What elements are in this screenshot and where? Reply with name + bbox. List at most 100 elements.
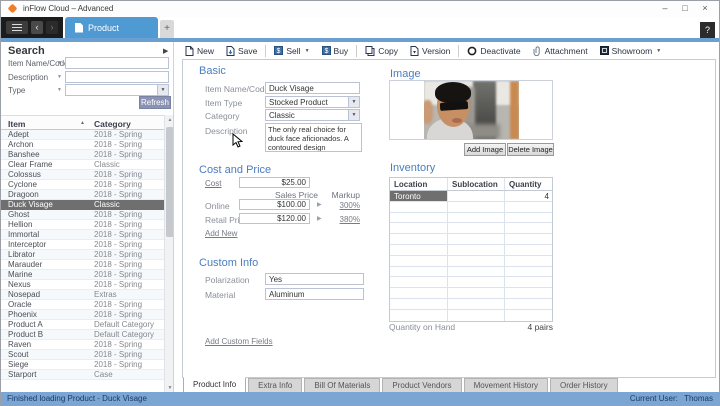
add-image-button[interactable]: Add Image: [464, 143, 506, 156]
inventory-empty-row[interactable]: [390, 234, 552, 245]
material-input[interactable]: [265, 288, 364, 300]
save-button[interactable]: Save: [220, 43, 263, 58]
list-item[interactable]: Siege 2018 - Spring: [1, 360, 164, 370]
back-button[interactable]: ‹: [31, 21, 43, 34]
column-header-category[interactable]: Category: [94, 119, 131, 129]
inventory-empty-row[interactable]: [390, 201, 552, 213]
cost-input[interactable]: [239, 177, 310, 188]
list-item[interactable]: Dragoon 2018 - Spring: [1, 190, 164, 200]
apply-markup-icon[interactable]: ▶: [317, 201, 322, 208]
minimize-button[interactable]: –: [655, 1, 675, 17]
inventory-empty-row[interactable]: [390, 266, 552, 278]
add-custom-fields-link[interactable]: Add Custom Fields: [205, 337, 273, 346]
list-item[interactable]: Adept 2018 - Spring: [1, 130, 164, 140]
item-name-cell: Oracle: [8, 300, 32, 309]
tab-product-vendors[interactable]: Product Vendors: [382, 378, 462, 393]
list-item[interactable]: Ghost 2018 - Spring: [1, 210, 164, 220]
item-name-code-input[interactable]: [65, 57, 169, 69]
filter-arrow-icon[interactable]: ▼: [57, 87, 62, 93]
polarization-input[interactable]: [265, 273, 364, 285]
list-item[interactable]: Archon 2018 - Spring: [1, 140, 164, 150]
filter-arrow-icon[interactable]: ▼: [57, 74, 62, 80]
list-item[interactable]: Cyclone 2018 - Spring: [1, 180, 164, 190]
cost-link[interactable]: Cost: [205, 179, 221, 188]
buy-button[interactable]: $ Buy: [316, 43, 355, 58]
online-price-input[interactable]: [239, 199, 310, 210]
filter-arrow-icon[interactable]: ▼: [57, 60, 62, 66]
list-item[interactable]: Raven 2018 - Spring: [1, 340, 164, 350]
sell-button[interactable]: $ Sell ▼: [268, 43, 315, 58]
help-button[interactable]: ?: [700, 22, 715, 38]
list-item[interactable]: Product A Default Category: [1, 320, 164, 330]
tab-order-history[interactable]: Order History: [550, 378, 618, 393]
list-item[interactable]: Banshee 2018 - Spring: [1, 150, 164, 160]
inventory-quantity-cell[interactable]: 4: [505, 191, 552, 201]
list-item[interactable]: Oracle 2018 - Spring: [1, 300, 164, 310]
inventory-empty-row[interactable]: [390, 223, 552, 235]
inventory-empty-row[interactable]: [390, 212, 552, 224]
maximize-button[interactable]: □: [675, 1, 695, 17]
tab-extra-info[interactable]: Extra Info: [248, 378, 303, 393]
column-header-item[interactable]: Item: [8, 119, 25, 129]
list-item[interactable]: Librator 2018 - Spring: [1, 250, 164, 260]
markup-header: Markup: [331, 190, 360, 200]
type-select[interactable]: ▼: [65, 84, 169, 96]
tab-movement-history[interactable]: Movement History: [463, 378, 549, 393]
panel-collapse-icon[interactable]: ▶: [163, 47, 168, 55]
attachment-button[interactable]: Attachment: [527, 43, 594, 58]
list-item[interactable]: Immortal 2018 - Spring: [1, 230, 164, 240]
list-item[interactable]: Interceptor 2018 - Spring: [1, 240, 164, 250]
list-item[interactable]: Marauder 2018 - Spring: [1, 260, 164, 270]
new-tab-button[interactable]: +: [160, 20, 174, 38]
section-title-cost-price: Cost and Price: [199, 164, 272, 176]
list-item[interactable]: Colossus 2018 - Spring: [1, 170, 164, 180]
retail-price-markup-link[interactable]: 380%: [323, 215, 360, 224]
inventory-empty-row[interactable]: [390, 288, 552, 299]
list-item[interactable]: Nosepad Extras: [1, 290, 164, 300]
forward-button[interactable]: ›: [46, 21, 58, 34]
close-button[interactable]: ×: [695, 1, 715, 17]
inventory-sublocation-cell[interactable]: [448, 191, 505, 201]
inventory-empty-row[interactable]: [390, 255, 552, 267]
menu-button[interactable]: [6, 21, 28, 34]
list-item[interactable]: Starport Case: [1, 370, 164, 380]
retail-price-price-input[interactable]: [239, 213, 310, 224]
new-button[interactable]: New: [179, 43, 220, 58]
inventory-empty-row[interactable]: [390, 277, 552, 289]
list-item[interactable]: Nexus 2018 - Spring: [1, 280, 164, 290]
apply-markup-icon[interactable]: ▶: [317, 215, 322, 222]
list-item[interactable]: Product B Default Category: [1, 330, 164, 340]
description-input[interactable]: [65, 70, 169, 83]
list-item[interactable]: Phoenix 2018 - Spring: [1, 310, 164, 320]
inventory-location-cell[interactable]: Toronto: [390, 191, 448, 201]
tab-product[interactable]: Product: [65, 17, 158, 38]
delete-image-button[interactable]: Delete Image: [507, 143, 554, 156]
version-button[interactable]: Version: [404, 43, 456, 58]
list-item-selected[interactable]: Duck Visage Classic: [1, 200, 164, 210]
item-type-select[interactable]: Stocked Product ▼: [265, 96, 360, 108]
refresh-button[interactable]: Refresh: [139, 96, 171, 109]
list-item[interactable]: Marine 2018 - Spring: [1, 270, 164, 280]
list-item[interactable]: Scout 2018 - Spring: [1, 350, 164, 360]
dropdown-arrow-icon: ▼: [656, 47, 662, 54]
list-item[interactable]: Hellion 2018 - Spring: [1, 220, 164, 230]
list-item[interactable]: Clear Frame Classic: [1, 160, 164, 170]
inventory-empty-row[interactable]: [390, 309, 552, 321]
type-label: Type: [8, 86, 26, 95]
add-new-link[interactable]: Add New: [205, 229, 237, 238]
inventory-row[interactable]: Toronto 4: [390, 191, 552, 202]
dropdown-arrow-icon: ▼: [348, 110, 359, 120]
online-markup-link[interactable]: 300%: [323, 201, 360, 210]
showroom-button[interactable]: Showroom ▼: [594, 43, 668, 58]
inventory-empty-row[interactable]: [390, 244, 552, 256]
copy-button[interactable]: Copy: [359, 43, 404, 58]
deactivate-button[interactable]: Deactivate: [461, 43, 526, 58]
tab-bill-of-materials[interactable]: Bill Of Materials: [304, 378, 381, 393]
description-textarea[interactable]: [265, 123, 362, 152]
inventory-empty-row[interactable]: [390, 298, 552, 310]
item-category-cell: Classic: [94, 160, 120, 169]
tab-product-info[interactable]: Product Info: [183, 377, 247, 393]
item-name-input[interactable]: [265, 82, 360, 94]
category-select[interactable]: Classic ▼: [265, 109, 360, 121]
item-list-header[interactable]: Item ▲ Category: [1, 115, 174, 130]
